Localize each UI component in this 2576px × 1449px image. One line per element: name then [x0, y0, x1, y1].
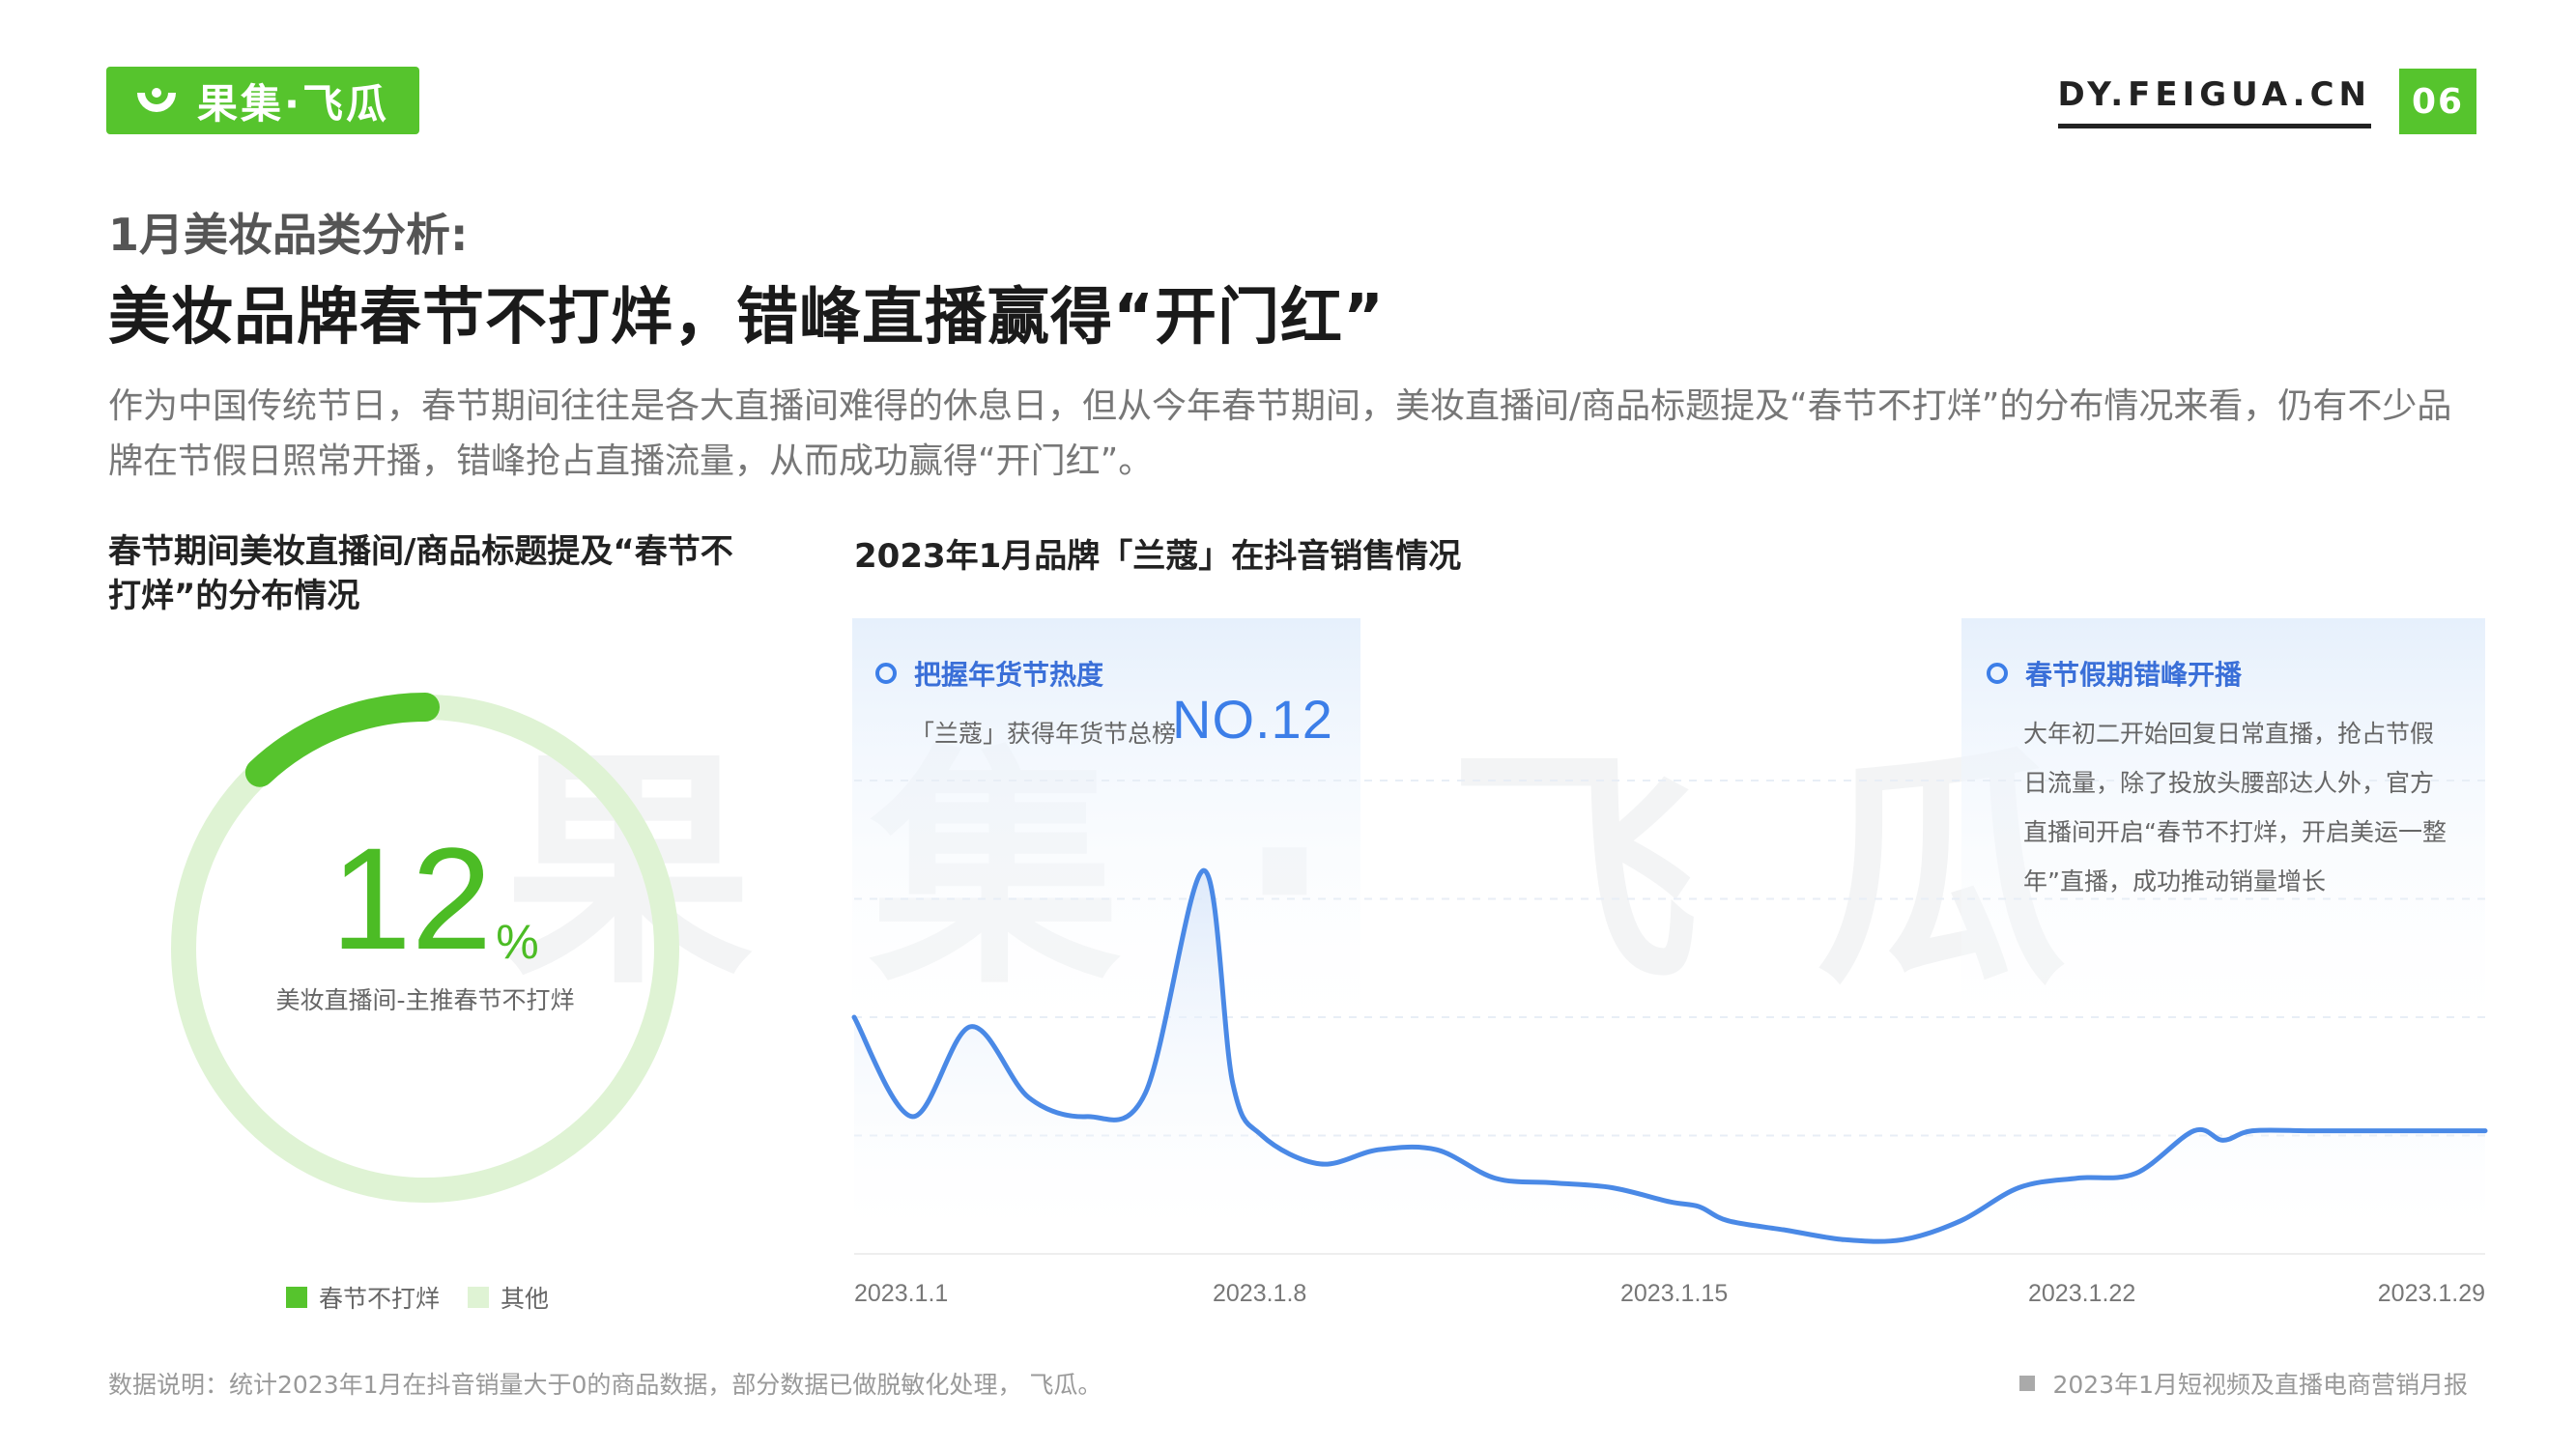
report-square-icon: [2019, 1376, 2036, 1391]
annotation-marker-icon: [875, 663, 897, 684]
annotation2-title: 春节假期错峰开播: [2025, 659, 2243, 691]
x-tick-label: 2023.1.8: [1213, 1280, 1307, 1307]
data-note: 数据说明：统计2023年1月在抖音销量大于0的商品数据，部分数据已做脱敏化处理，…: [108, 1371, 1102, 1399]
annotation2-text: 大年初二开始回复日常直播，抢占节假日流量，除了投放头腰部达人外，官方直播间开启“…: [2023, 720, 2447, 895]
annotation1-highlight: NO.12: [1172, 689, 1333, 750]
annotation1-text: 「兰蔻」获得年货节总榜: [910, 720, 1177, 748]
x-tick-label: 2023.1.15: [1620, 1280, 1729, 1307]
report-name: 2023年1月短视频及直播电商营销月报: [2019, 1366, 2468, 1401]
report-name-text: 2023年1月短视频及直播电商营销月报: [2052, 1371, 2468, 1399]
annotation-marker-icon: [1987, 663, 2008, 684]
x-tick-label: 2023.1.29: [2377, 1280, 2485, 1307]
annotation1-title: 把握年货节热度: [914, 659, 1104, 691]
x-tick-label: 2023.1.1: [854, 1280, 949, 1307]
x-tick-label: 2023.1.22: [2028, 1280, 2136, 1307]
